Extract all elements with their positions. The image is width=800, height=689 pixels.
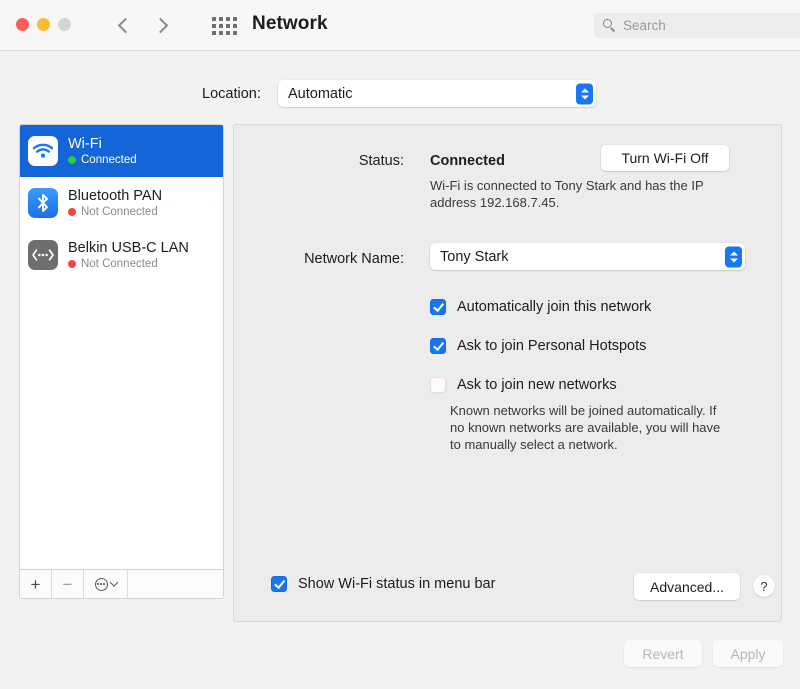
location-label: Location:	[202, 86, 261, 102]
sidebar-item-bluetooth-pan[interactable]: Bluetooth PAN Not Connected	[20, 177, 223, 229]
chevron-right-icon	[152, 17, 169, 33]
checkbox-label: Automatically join this network	[457, 298, 652, 315]
sidebar-item-wifi[interactable]: Wi-Fi Connected	[20, 125, 223, 177]
sidebar-item-belkin-usb-c-lan[interactable]: Belkin USB-C LAN Not Connected	[20, 229, 223, 281]
sidebar-toolbar-filler	[128, 570, 223, 598]
window-titlebar: Network	[0, 0, 800, 51]
sidebar-item-name: Bluetooth PAN	[68, 187, 163, 204]
sidebar-toolbar: + −	[20, 569, 223, 598]
wifi-options-checkbox-group: Automatically join this network Ask to j…	[430, 293, 651, 410]
network-preferences-window: Network Location: Automatic	[0, 0, 800, 689]
network-name-selected-value: Tony Stark	[440, 248, 509, 265]
help-button[interactable]: ?	[753, 575, 775, 597]
location-selected-value: Automatic	[288, 85, 353, 102]
plus-icon: +	[30, 574, 41, 594]
checkbox-indicator[interactable]	[430, 337, 446, 354]
checkbox-show-wifi-status-menu-bar[interactable]: Show Wi-Fi status in menu bar	[271, 576, 495, 592]
network-name-label: Network Name:	[304, 251, 404, 267]
bluetooth-icon	[28, 188, 58, 218]
status-description: Wi-Fi is connected to Tony Stark and has…	[430, 178, 704, 210]
status-dot-connected	[68, 156, 76, 164]
sidebar-item-text: Bluetooth PAN Not Connected	[68, 187, 162, 220]
status-dot-not-connected	[68, 208, 76, 216]
revert-button[interactable]: Revert	[624, 640, 702, 667]
window-footer: Revert Apply	[0, 640, 800, 680]
advanced-button[interactable]: Advanced...	[634, 573, 740, 600]
checkbox-auto-join-network[interactable]: Automatically join this network	[430, 293, 651, 320]
chevron-updown-icon	[576, 83, 593, 104]
checkbox-label: Ask to join new networks	[457, 376, 617, 393]
network-services-list: Wi-Fi Connected Bluetooth PAN Not Connec…	[20, 125, 223, 569]
turn-wifi-off-button[interactable]: Turn Wi-Fi Off	[601, 145, 729, 171]
chevron-left-icon	[117, 17, 134, 33]
checkbox-label: Show Wi-Fi status in menu bar	[298, 576, 496, 592]
sidebar-item-text: Wi-Fi Connected	[68, 135, 137, 168]
sidebar-item-status-text: Not Connected	[81, 205, 158, 218]
chevron-down-icon	[109, 578, 118, 587]
action-menu-button[interactable]	[84, 570, 128, 598]
search-icon	[603, 19, 616, 32]
sidebar-item-status-text: Connected	[81, 153, 137, 166]
wifi-icon	[28, 136, 58, 166]
detail-bottom-row: Show Wi-Fi status in menu bar Advanced..…	[234, 573, 781, 601]
sidebar-item-status: Not Connected	[68, 257, 189, 272]
status-label: Status:	[358, 153, 404, 169]
action-menu-icon	[94, 577, 108, 591]
location-row: Location: Automatic	[0, 80, 800, 108]
back-button[interactable]	[110, 11, 138, 39]
sidebar-item-status: Not Connected	[68, 205, 162, 220]
checkbox-indicator[interactable]	[430, 298, 446, 315]
sidebar-item-status-text: Not Connected	[81, 257, 158, 270]
apply-button[interactable]: Apply	[713, 640, 783, 667]
zoom-window-button[interactable]	[58, 18, 71, 31]
checkbox-ask-new-networks[interactable]: Ask to join new networks	[430, 371, 651, 398]
chevron-updown-icon	[725, 246, 742, 267]
checkbox-ask-personal-hotspots[interactable]: Ask to join Personal Hotspots	[430, 332, 651, 359]
search-input[interactable]	[623, 18, 788, 33]
network-services-sidebar: Wi-Fi Connected Bluetooth PAN Not Connec…	[19, 124, 224, 599]
sidebar-item-name: Belkin USB-C LAN	[68, 239, 189, 256]
forward-button[interactable]	[148, 11, 176, 39]
location-select[interactable]: Automatic	[278, 80, 596, 107]
network-name-select[interactable]: Tony Stark	[430, 243, 745, 270]
wifi-options-note: Known networks will be joined automatica…	[450, 403, 721, 452]
close-window-button[interactable]	[16, 18, 29, 31]
add-service-button[interactable]: +	[20, 570, 52, 598]
checkbox-indicator[interactable]	[430, 376, 446, 393]
sidebar-item-text: Belkin USB-C LAN Not Connected	[68, 239, 189, 272]
page-title: Network	[252, 13, 328, 34]
status-value: Connected	[430, 153, 505, 169]
status-dot-not-connected	[68, 260, 76, 268]
traffic-light-controls	[16, 18, 71, 31]
app-grid-icon[interactable]	[207, 16, 241, 36]
sidebar-item-status: Connected	[68, 153, 137, 168]
ethernet-icon	[28, 240, 58, 270]
checkbox-label: Ask to join Personal Hotspots	[457, 337, 647, 354]
minus-icon: −	[62, 574, 73, 594]
search-field[interactable]	[594, 13, 800, 38]
wifi-detail-panel: Status: Connected Turn Wi-Fi Off Wi-Fi i…	[233, 124, 782, 622]
main-content: Wi-Fi Connected Bluetooth PAN Not Connec…	[0, 124, 800, 624]
sidebar-item-name: Wi-Fi	[68, 135, 102, 152]
checkbox-indicator[interactable]	[271, 576, 287, 592]
remove-service-button[interactable]: −	[52, 570, 84, 598]
minimize-window-button[interactable]	[37, 18, 50, 31]
